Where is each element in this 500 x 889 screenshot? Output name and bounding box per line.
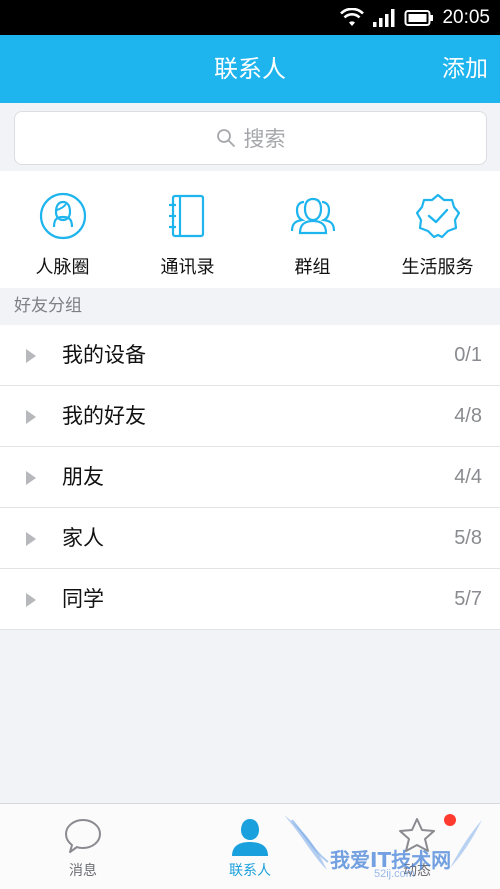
group-count: 4/8 <box>454 405 482 427</box>
group-icon <box>290 197 336 235</box>
search-placeholder: 搜索 <box>243 127 286 151</box>
battery-icon <box>404 9 434 26</box>
group-name: 家人 <box>62 526 104 550</box>
group-count: 5/8 <box>454 527 482 549</box>
expand-arrow-icon <box>26 593 36 607</box>
verified-badge-icon <box>415 193 461 239</box>
tab-label: 联系人 <box>229 863 271 879</box>
status-time: 20:05 <box>442 6 490 28</box>
wifi-icon <box>340 7 365 26</box>
expand-arrow-icon <box>26 410 36 424</box>
friend-groups-header: 好友分组 <box>0 288 500 325</box>
chat-bubble-icon <box>65 819 101 853</box>
group-name: 我的好友 <box>62 404 146 428</box>
search-container: 搜索 <box>0 103 500 171</box>
page-title: 联系人 <box>214 55 286 83</box>
quick-action-label: 群组 <box>294 257 331 278</box>
group-count: 4/4 <box>454 466 482 488</box>
tab-label: 消息 <box>69 863 97 879</box>
signal-icon <box>373 8 395 27</box>
quick-action-network[interactable]: 人脉圈 <box>0 171 125 288</box>
quick-action-label: 人脉圈 <box>35 257 90 278</box>
tab-contacts[interactable]: 联系人 <box>167 804 333 889</box>
quick-action-groups[interactable]: 群组 <box>250 171 375 288</box>
expand-arrow-icon <box>26 532 36 546</box>
add-button[interactable]: 添加 <box>442 35 488 103</box>
address-book-icon <box>169 194 205 238</box>
quick-action-address-book[interactable]: 通讯录 <box>125 171 250 288</box>
group-count: 5/7 <box>454 588 482 610</box>
people-circle-icon <box>39 192 87 240</box>
expand-arrow-icon <box>26 349 36 363</box>
quick-action-label: 通讯录 <box>160 257 215 278</box>
group-name: 我的设备 <box>62 343 146 367</box>
title-bar: 联系人 添加 <box>0 35 500 103</box>
group-row[interactable]: 家人 5/8 <box>0 508 500 569</box>
quick-action-life-services[interactable]: 生活服务 <box>375 171 500 288</box>
tab-feed[interactable]: 动态 <box>334 804 500 889</box>
group-row[interactable]: 我的设备 0/1 <box>0 325 500 386</box>
group-row[interactable]: 朋友 4/4 <box>0 447 500 508</box>
quick-actions: 人脉圈 通讯录 群组 生活服务 <box>0 171 500 288</box>
group-count: 0/1 <box>454 344 482 366</box>
notification-badge <box>444 814 456 826</box>
expand-arrow-icon <box>26 471 36 485</box>
friend-groups-list: 我的设备 0/1 我的好友 4/8 朋友 4/4 家人 5/8 同学 5/7 <box>0 325 500 630</box>
bottom-tab-bar: 消息 联系人 动态 <box>0 803 500 889</box>
star-icon <box>399 818 435 852</box>
status-bar: 20:05 <box>0 0 500 35</box>
search-icon <box>216 129 235 147</box>
group-name: 朋友 <box>62 465 104 489</box>
tab-label: 动态 <box>403 863 431 879</box>
status-icons: 20:05 <box>340 0 490 35</box>
search-input[interactable]: 搜索 <box>14 111 487 165</box>
quick-action-label: 生活服务 <box>401 257 474 278</box>
person-icon <box>232 819 268 856</box>
tab-messages[interactable]: 消息 <box>0 804 166 889</box>
group-name: 同学 <box>62 587 104 611</box>
group-row[interactable]: 我的好友 4/8 <box>0 386 500 447</box>
group-row[interactable]: 同学 5/7 <box>0 569 500 630</box>
